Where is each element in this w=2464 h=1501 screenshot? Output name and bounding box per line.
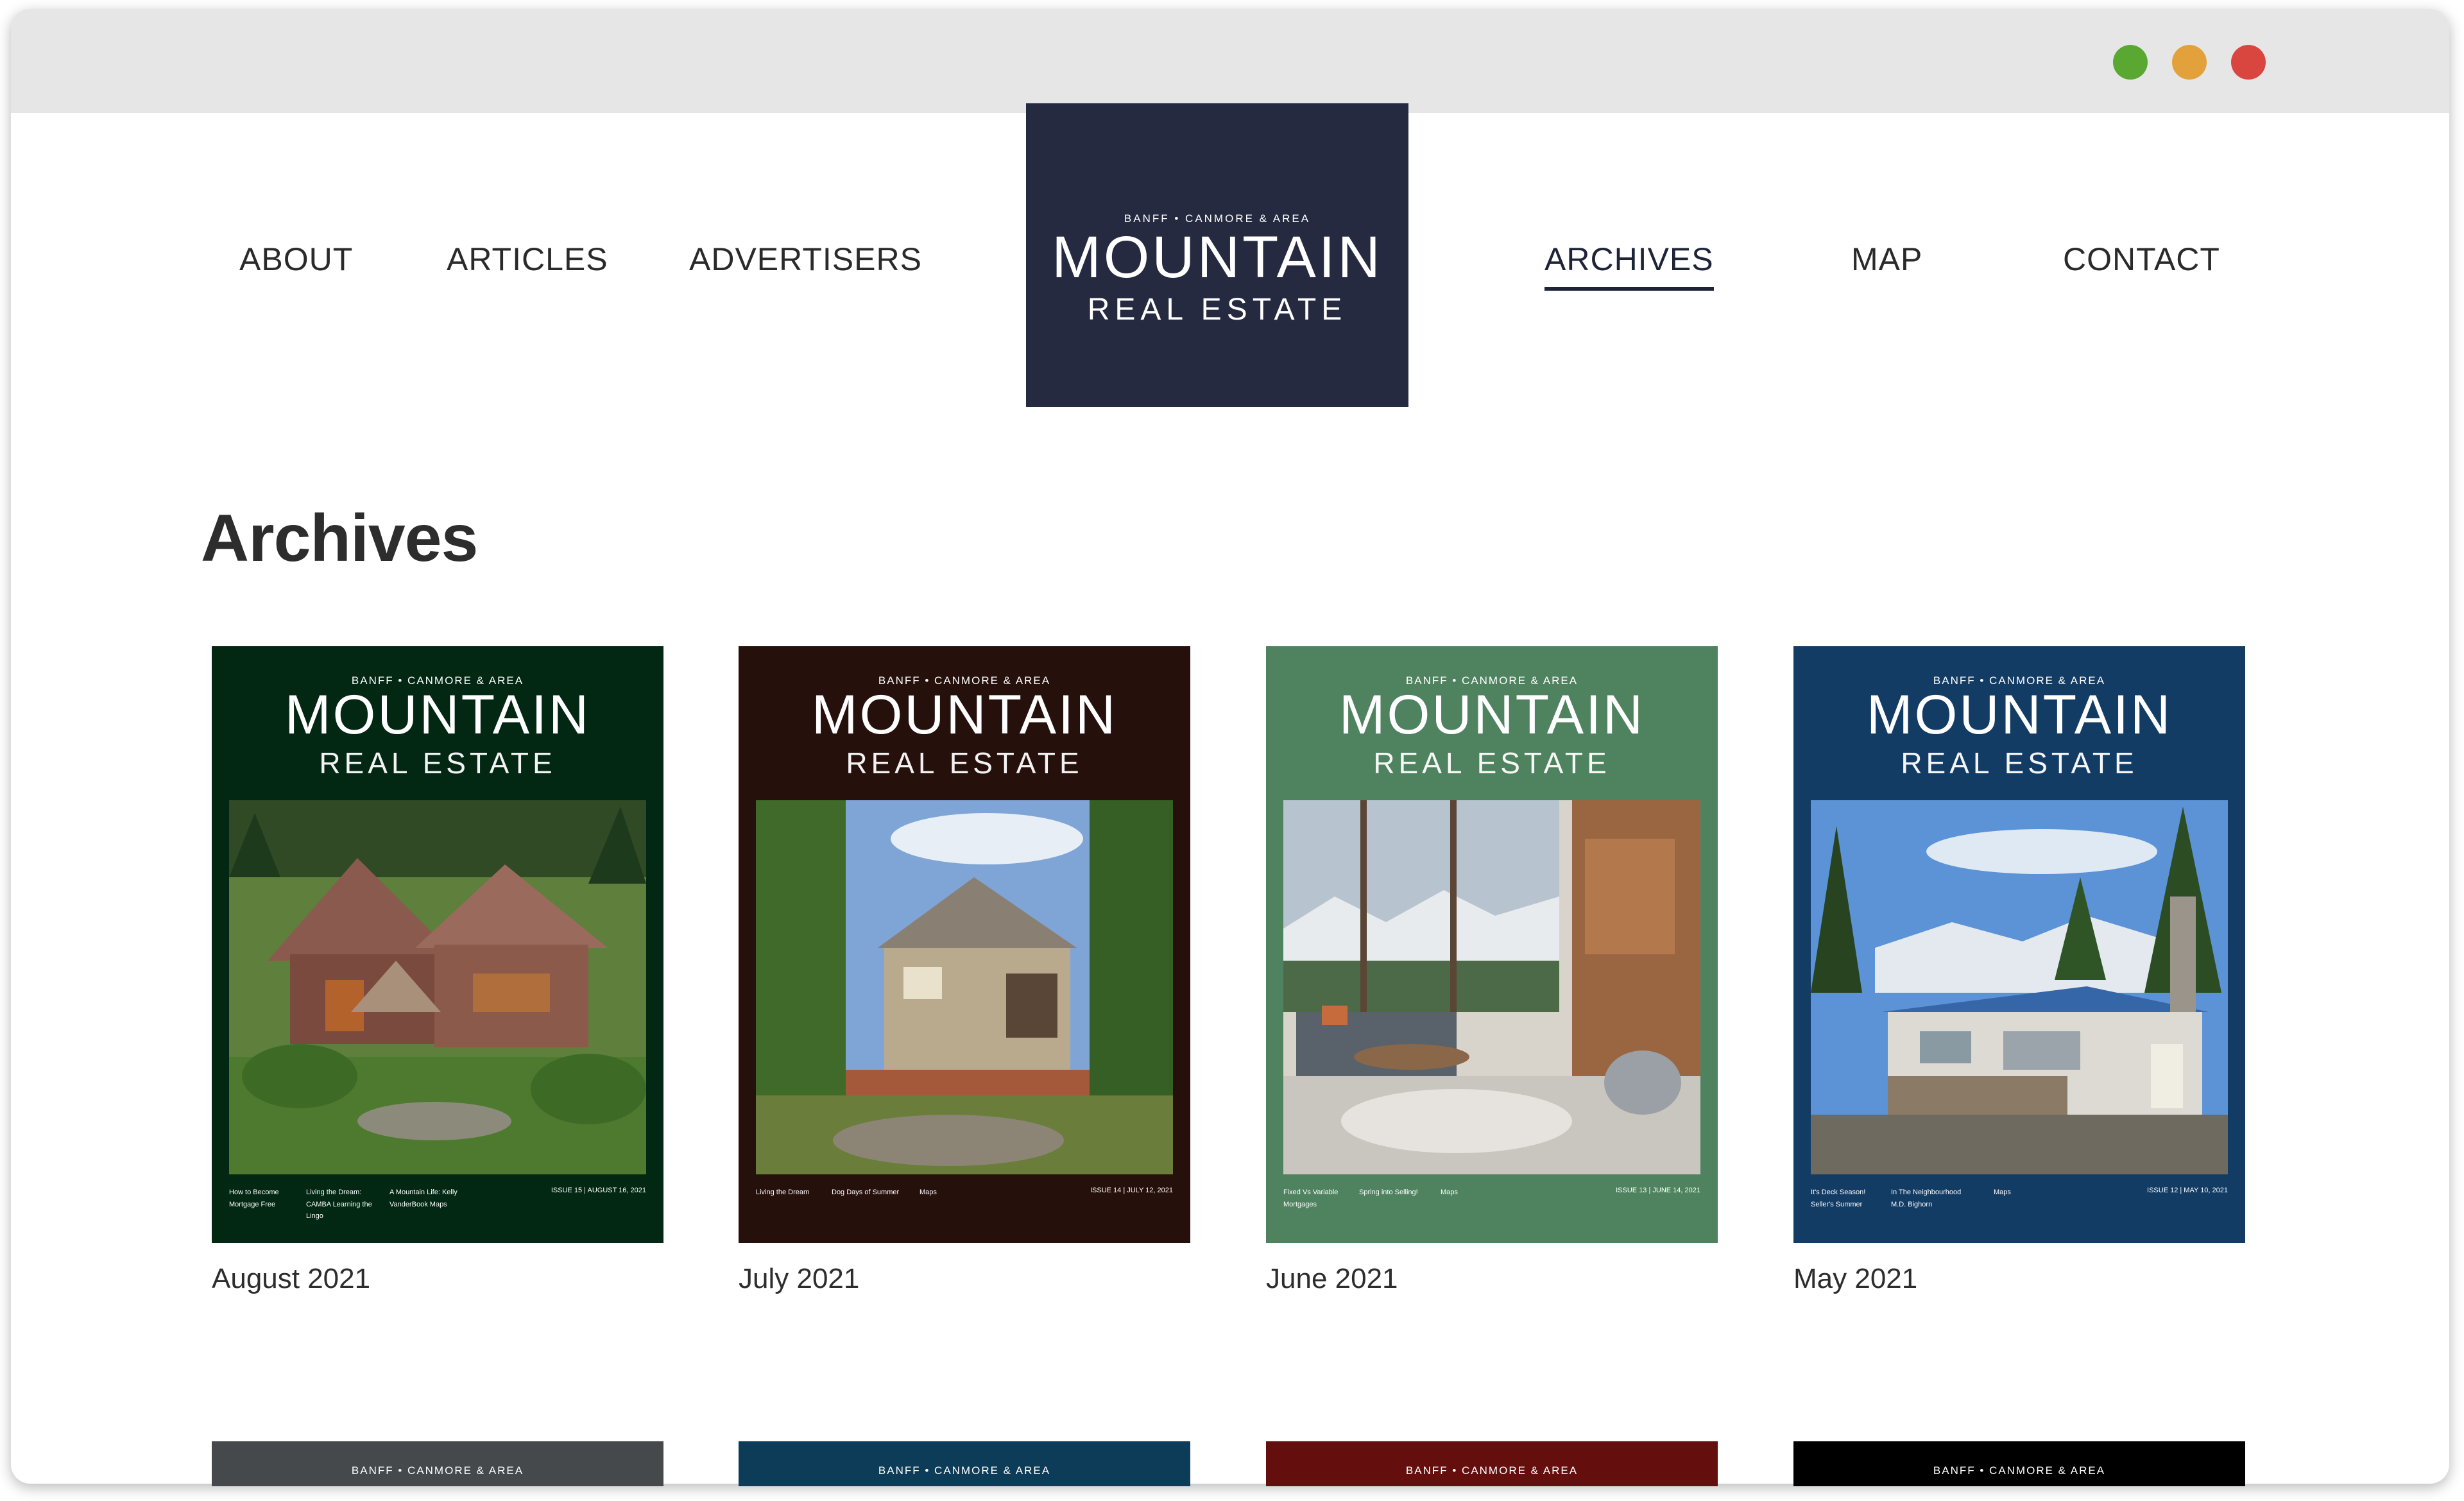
logo-title: MOUNTAIN — [1052, 225, 1383, 290]
logo-subtitle: REAL ESTATE — [1087, 293, 1348, 327]
cover-topic: In The Neighbourhood M.D. Bighorn — [1891, 1188, 1962, 1208]
archive-caption[interactable]: July 2021 — [739, 1263, 859, 1295]
cover-topic: Maps — [920, 1188, 937, 1196]
cover-photo-timber-house — [229, 800, 646, 1174]
site-logo[interactable]: BANFF • CANMORE & AREA MOUNTAIN REAL EST… — [1026, 103, 1408, 407]
nav-articles[interactable]: ARTICLES — [447, 241, 608, 278]
cover-topic: Spring into Selling! — [1359, 1188, 1418, 1196]
cover-title: MOUNTAIN — [1866, 684, 2173, 746]
cover-title: MOUNTAIN — [1339, 684, 1645, 746]
archive-cover-june-2021[interactable]: BANFF • CANMORE & AREA MOUNTAIN REAL EST… — [1266, 646, 1718, 1243]
cover-subtitle: REAL ESTATE — [1373, 746, 1611, 780]
cover-subtitle: REAL ESTATE — [319, 746, 556, 780]
cover-kicker: BANFF • CANMORE & AREA — [878, 1464, 1051, 1477]
archive-cover-next[interactable]: BANFF • CANMORE & AREA — [1793, 1441, 2245, 1486]
cover-issue: ISSUE 13 | JUNE 14, 2021 — [1616, 1187, 1700, 1194]
logo-kicker: BANFF • CANMORE & AREA — [1124, 212, 1311, 225]
archive-cover-august-2021[interactable]: BANFF • CANMORE & AREA MOUNTAIN REAL EST… — [212, 646, 663, 1243]
cover-subtitle: REAL ESTATE — [846, 746, 1083, 780]
cover-topic: Dog Days of Summer — [832, 1188, 900, 1196]
cover-subtitle: REAL ESTATE — [1901, 746, 2138, 780]
window-close-button[interactable] — [2231, 45, 2266, 80]
archive-cover-next[interactable]: BANFF • CANMORE & AREA — [739, 1441, 1190, 1486]
cover-topic: It's Deck Season! Seller's Summer — [1811, 1188, 1866, 1208]
archive-caption[interactable]: August 2021 — [212, 1263, 370, 1295]
nav-contact[interactable]: CONTACT — [2063, 241, 2220, 278]
nav-map[interactable]: MAP — [1851, 241, 1922, 278]
nav-archives-label: ARCHIVES — [1544, 241, 1714, 277]
cover-kicker: BANFF • CANMORE & AREA — [351, 1464, 524, 1477]
cover-title: MOUNTAIN — [284, 684, 591, 746]
cover-topic: Fixed Vs Variable Mortgages — [1283, 1188, 1339, 1208]
nav-archives[interactable]: ARCHIVES — [1544, 241, 1714, 291]
active-nav-underline — [1544, 287, 1714, 291]
cover-topic: How to Become Mortgage Free — [229, 1188, 279, 1208]
cover-photo-living-room — [1283, 800, 1700, 1174]
archive-cover-july-2021[interactable]: BANFF • CANMORE & AREA MOUNTAIN REAL EST… — [739, 646, 1190, 1243]
cover-topic: A Mountain Life: Kelly VanderBook Maps — [389, 1188, 458, 1208]
cover-topic: Maps — [1441, 1188, 1458, 1196]
page-title: Archives — [201, 501, 478, 576]
cover-topic: Maps — [1994, 1188, 2011, 1196]
window-maximize-button[interactable] — [2113, 45, 2148, 80]
cover-topic: Living the Dream — [756, 1188, 810, 1196]
archive-cover-next[interactable]: BANFF • CANMORE & AREA — [212, 1441, 663, 1486]
archive-caption[interactable]: May 2021 — [1793, 1263, 1917, 1295]
cover-topic: Living the Dream: CAMBA Learning the Lin… — [306, 1188, 372, 1221]
cover-kicker: BANFF • CANMORE & AREA — [1405, 1464, 1579, 1477]
nav-advertisers[interactable]: ADVERTISERS — [689, 241, 922, 278]
archive-cover-may-2021[interactable]: BANFF • CANMORE & AREA MOUNTAIN REAL EST… — [1793, 646, 2245, 1243]
cover-photo-backyard-house — [756, 800, 1173, 1174]
window-minimize-button[interactable] — [2172, 45, 2207, 80]
archive-cover-next[interactable]: BANFF • CANMORE & AREA — [1266, 1441, 1718, 1486]
cover-title: MOUNTAIN — [811, 684, 1118, 746]
cover-issue: ISSUE 12 | MAY 10, 2021 — [2147, 1187, 2228, 1194]
cover-issue: ISSUE 15 | AUGUST 16, 2021 — [551, 1187, 646, 1194]
cover-issue: ISSUE 14 | JULY 12, 2021 — [1090, 1187, 1173, 1194]
title-bar — [11, 9, 2449, 113]
archive-caption[interactable]: June 2021 — [1266, 1263, 1398, 1295]
cover-photo-bungalow — [1811, 800, 2228, 1174]
nav-about[interactable]: ABOUT — [239, 241, 353, 278]
cover-kicker: BANFF • CANMORE & AREA — [1933, 1464, 2106, 1477]
